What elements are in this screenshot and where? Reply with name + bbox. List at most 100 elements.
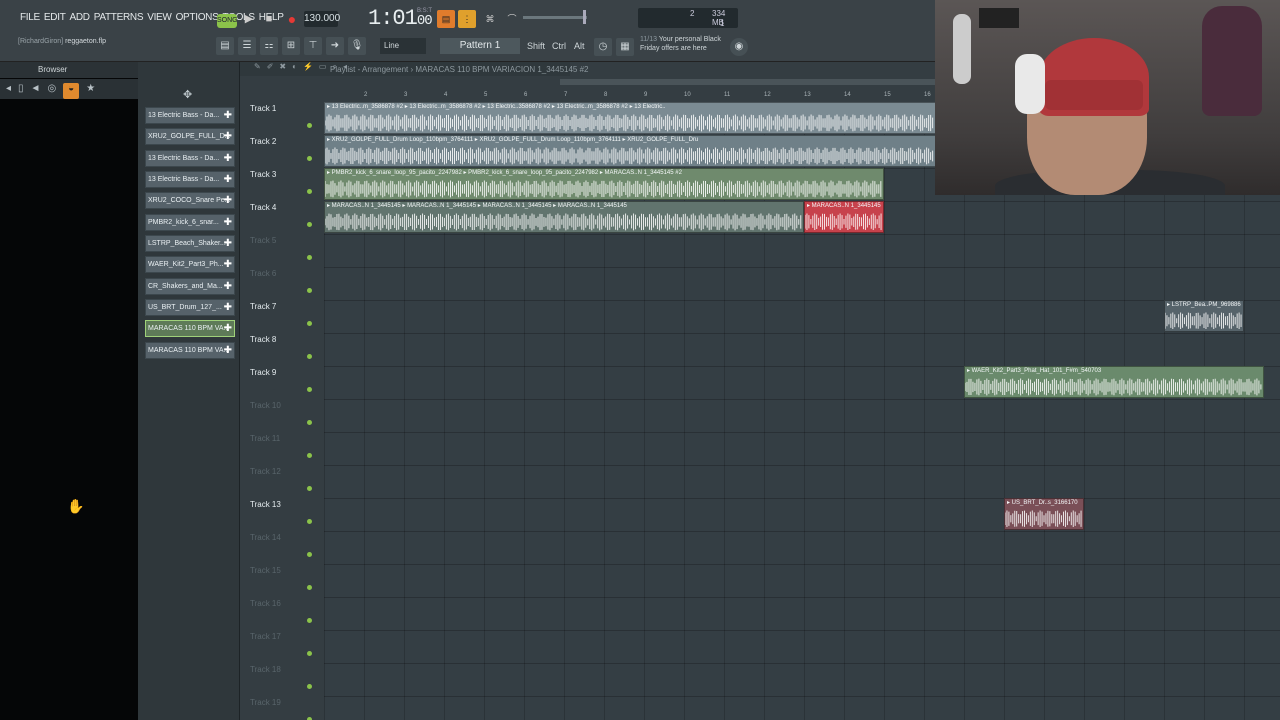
clip-source-item[interactable]: 13 Electric Bass - Da... ✚ (145, 171, 235, 189)
speaker-icon[interactable]: ◄ (31, 83, 41, 99)
track-mute-led[interactable] (307, 486, 312, 491)
master-pitch-slider[interactable] (523, 10, 587, 24)
track-header[interactable]: Track 16 (250, 599, 324, 632)
track-header[interactable]: Track 19 (250, 698, 324, 720)
add-clip-icon[interactable]: ✚ (224, 300, 232, 315)
wait-icon[interactable]: ⋮ (458, 10, 476, 28)
track-mute-led[interactable] (307, 453, 312, 458)
clip-source-item[interactable]: WAER_Kit2_Part3_Ph... ✚ (145, 256, 235, 274)
track-mute-led[interactable] (307, 156, 312, 161)
plugin-icon[interactable]: ⊤ (304, 37, 322, 55)
clip-source-item[interactable]: XRU2_GOLPE_FULL_D... ✚ (145, 128, 235, 146)
song-mode-toggle[interactable]: SONG (217, 14, 238, 28)
audio-clip[interactable]: ▸ LSTRP_Bea..PM_969886 (1164, 300, 1244, 332)
track-mute-led[interactable] (307, 618, 312, 623)
clip-source-item[interactable]: 13 Electric Bass - Da... ✚ (145, 149, 235, 167)
track-mute-led[interactable] (307, 189, 312, 194)
star-icon[interactable]: ★ (86, 83, 95, 99)
track-header[interactable]: Track 13 (250, 500, 324, 533)
snap-icon[interactable]: ◒ (63, 83, 80, 99)
clip-source-item[interactable]: CR_Shakers_and_Ma... ✚ (145, 277, 235, 295)
track-header[interactable]: Track 3 (250, 170, 324, 203)
clip-source-item[interactable]: MARACAS 110 BPM VA... ✚ (145, 341, 235, 359)
stop-icon[interactable]: ■ (260, 11, 278, 27)
track-mute-led[interactable] (307, 288, 312, 293)
add-clip-icon[interactable]: ✚ (224, 172, 232, 187)
track-header[interactable]: Track 15 (250, 566, 324, 599)
track-header[interactable]: Track 2 (250, 137, 324, 170)
track-mute-led[interactable] (307, 387, 312, 392)
mic-icon[interactable]: 🎙 (348, 37, 366, 55)
add-clip-icon[interactable]: ✚ (224, 257, 232, 272)
audio-clip[interactable]: ▸ WAER_Kit2_Part3_Phat_Hat_101_F#m_54070… (964, 366, 1264, 398)
news-icon[interactable]: ▦ (616, 38, 634, 56)
menu-patterns[interactable]: PATTERNS (92, 12, 145, 23)
track-header[interactable]: Track 6 (250, 269, 324, 302)
add-clip-icon[interactable]: ✚ (224, 129, 232, 144)
news-panel[interactable]: 11/13 Your personal Black Friday offers … (640, 35, 721, 53)
add-clip-icon[interactable]: ✚ (224, 321, 232, 336)
track-header[interactable]: Track 14 (250, 533, 324, 566)
mixer-icon[interactable]: ⊞ (282, 37, 300, 55)
track-header[interactable]: Track 5 (250, 236, 324, 269)
track-mute-led[interactable] (307, 321, 312, 326)
add-clip-icon[interactable]: ✚ (224, 343, 232, 358)
track-mute-led[interactable] (307, 123, 312, 128)
menu-edit[interactable]: EDIT (42, 12, 68, 23)
record-icon[interactable]: ● (283, 11, 301, 27)
audio-clip[interactable]: ▸ XRU2_GOLPE_FULL_Drum Loop_110bpm_37641… (324, 135, 936, 167)
select-icon[interactable]: ▭ (319, 62, 327, 76)
menu-add[interactable]: ADD (68, 12, 92, 23)
add-clip-icon[interactable]: ✚ (224, 279, 232, 294)
slice-icon[interactable]: ⚡ (303, 62, 313, 76)
playlist-icon[interactable]: ▤ (216, 37, 234, 55)
tempo-display[interactable]: 130.000 (304, 11, 340, 27)
audio-clip[interactable]: ▸ MARACAS..N 1_3445145 ▸ MARACAS..N 1_34… (324, 201, 804, 233)
track-mute-led[interactable] (307, 222, 312, 227)
menu-view[interactable]: VIEW (145, 12, 173, 23)
add-clip-icon[interactable]: ✚ (224, 236, 232, 251)
menu-file[interactable]: FILE (18, 12, 42, 23)
clip-source-item[interactable]: XRU2_COCO_Snare Pe... ✚ (145, 192, 235, 210)
track-header[interactable]: Track 9 (250, 368, 324, 401)
track-header[interactable]: Track 8 (250, 335, 324, 368)
arrow-icon[interactable]: ➜ (326, 37, 344, 55)
track-mute-led[interactable] (307, 651, 312, 656)
play-icon[interactable]: ▶ (240, 11, 258, 27)
track-header[interactable]: Track 17 (250, 632, 324, 665)
track-header[interactable]: Track 18 (250, 665, 324, 698)
audio-clip[interactable]: ▸ 13 Electric..m_3586878 #2 ▸ 13 Electri… (324, 102, 936, 134)
clip-source-item[interactable]: PMBR2_kick_6_snar... ✚ (145, 213, 235, 231)
alt-key[interactable]: Alt (574, 38, 585, 54)
add-clip-icon[interactable]: ✚ (224, 108, 232, 123)
countdown-icon[interactable]: ⌘ (481, 10, 499, 28)
track-header[interactable]: Track 12 (250, 467, 324, 500)
browser-title[interactable]: Browser (0, 62, 138, 78)
track-mute-led[interactable] (307, 684, 312, 689)
loop-record-icon[interactable]: ⌒ (503, 10, 521, 28)
audio-clip[interactable]: ▸ US_BRT_Dr..s_3166170 (1004, 498, 1084, 530)
track-header[interactable]: Track 11 (250, 434, 324, 467)
piano-roll-icon[interactable]: ☰ (238, 37, 256, 55)
pencil-icon[interactable]: ✎ (254, 62, 261, 76)
track-mute-led[interactable] (307, 519, 312, 524)
track-mute-led[interactable] (307, 552, 312, 557)
audio-clip[interactable]: ▸ PMBR2_kick_6_snare_loop_95_pacito_2247… (324, 168, 884, 200)
clock-icon[interactable]: ◷ (594, 38, 612, 56)
globe-icon[interactable]: ◉ (730, 38, 748, 56)
brush-icon[interactable]: ✐ (267, 62, 274, 76)
audio-clip[interactable]: ▸ MARACAS..N 1_3445145 (804, 201, 884, 233)
track-header[interactable]: Track 4 (250, 203, 324, 236)
back-icon[interactable]: ◂ (6, 83, 11, 99)
menu-options[interactable]: OPTIONS (174, 12, 221, 23)
delete-icon[interactable]: ✖ (279, 62, 286, 76)
add-clip-icon[interactable]: ✚ (224, 193, 232, 208)
track-header[interactable]: Track 10 (250, 401, 324, 434)
clip-source-item[interactable]: 13 Electric Bass - Da... ✚ (145, 107, 235, 124)
shift-key[interactable]: Shift (527, 38, 545, 54)
clip-source-item[interactable]: LSTRP_Beach_Shaker... ✚ (145, 235, 235, 253)
track-mute-led[interactable] (307, 585, 312, 590)
clip-source-item[interactable]: US_BRT_Drum_127_... ✚ (145, 299, 235, 317)
track-header[interactable]: Track 7 (250, 302, 324, 335)
mute-icon[interactable]: ◐ (292, 62, 297, 76)
